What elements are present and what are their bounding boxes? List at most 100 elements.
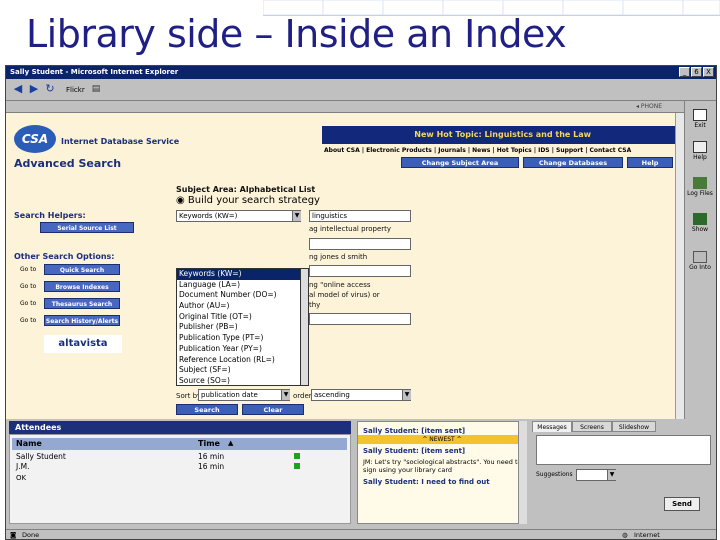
hint-text: al model of virus) or: [309, 291, 380, 299]
bullet-icon: ◉: [176, 195, 188, 206]
attendee-name[interactable]: Sally Student: [16, 452, 66, 461]
change-subject-button[interactable]: Change Subject Area: [401, 157, 519, 168]
dropdown-option[interactable]: Document Number (DO=): [177, 290, 300, 301]
goto-label: Go to: [20, 283, 37, 290]
right-sidebar: Exit Help Log Files Show Go Into: [684, 101, 716, 419]
zone-icon: ◍: [622, 531, 628, 539]
status-icon: [294, 463, 300, 469]
goto-label: Go to: [20, 300, 37, 307]
minimize-button[interactable]: _: [679, 67, 690, 77]
change-databases-button[interactable]: Change Databases: [523, 157, 623, 168]
status-icon: [294, 453, 300, 459]
sidebar-item-help[interactable]: Help: [685, 141, 715, 161]
tab-screens[interactable]: Screens: [572, 421, 612, 432]
sidebar-item-log-files[interactable]: Log Files: [685, 177, 715, 197]
dropdown-scrollbar[interactable]: [301, 268, 309, 386]
sidebar-item-show[interactable]: Show: [685, 213, 715, 233]
csa-logo: CSA: [14, 125, 56, 153]
hot-topic-banner[interactable]: New Hot Topic: Linguistics and the Law: [322, 126, 675, 144]
toolbar-label[interactable]: Flickr: [66, 86, 85, 94]
sidebar-item-exit[interactable]: Exit: [685, 109, 715, 129]
attendees-column-header: Name Time ▲: [12, 438, 347, 450]
search-term-input-3[interactable]: [309, 265, 411, 277]
order-label: order: [293, 392, 312, 400]
serial-source-button[interactable]: Serial Source List: [40, 222, 134, 233]
message-area: Messages Screens Slideshow Suggestions ▼…: [530, 421, 716, 524]
chat-sender: Sally Student: [item sent]: [363, 427, 466, 435]
dropdown-option[interactable]: Subject (SF=): [177, 365, 300, 376]
dropdown-option[interactable]: Author (AU=): [177, 301, 300, 312]
thesaurus-search-button[interactable]: Thesaurus Search: [44, 298, 120, 309]
tab-slideshow[interactable]: Slideshow: [612, 421, 656, 432]
field-dropdown-list[interactable]: Keywords (KW=) Language (LA=) Document N…: [176, 268, 301, 386]
search-history-button[interactable]: Search History/Alerts: [44, 315, 120, 326]
attendee-name[interactable]: J.M.: [16, 462, 29, 471]
time-column[interactable]: Time: [198, 439, 220, 448]
refresh-icon[interactable]: ↻: [44, 83, 56, 95]
browser-toolbar: ◀ ▶ ↻ Flickr ▤: [6, 79, 716, 101]
search-button[interactable]: Search: [176, 404, 238, 415]
chevron-down-icon[interactable]: ▼: [281, 390, 290, 400]
field-select[interactable]: Keywords (KW=): [176, 210, 301, 222]
chevron-down-icon[interactable]: ▼: [402, 390, 411, 400]
dropdown-option[interactable]: Source (SO=): [177, 376, 300, 385]
dropdown-option[interactable]: Language (LA=): [177, 280, 300, 291]
sort-select[interactable]: publication date: [198, 389, 290, 401]
browse-indexes-button[interactable]: Browse Indexes: [44, 281, 120, 292]
attendees-footer: OK: [16, 474, 27, 482]
chevron-down-icon[interactable]: ▼: [292, 211, 301, 221]
top-nav-links[interactable]: About CSA | Electronic Products | Journa…: [324, 147, 631, 154]
address-bar: ◂ PHONE: [6, 101, 684, 113]
browser-window: Sally Student - Microsoft Internet Explo…: [5, 65, 717, 540]
subject-area-label: Subject Area: Alphabetical List: [176, 185, 316, 194]
close-button[interactable]: X: [703, 67, 714, 77]
back-icon[interactable]: ◀: [12, 83, 24, 95]
attendee-time: 16 min: [198, 452, 225, 461]
chat-sender: Sally Student: [item sent]: [363, 447, 466, 455]
name-column[interactable]: Name: [16, 439, 42, 448]
tab-messages[interactable]: Messages: [532, 421, 572, 432]
dropdown-option[interactable]: Publication Type (PT=): [177, 333, 300, 344]
clear-button[interactable]: Clear: [242, 404, 304, 415]
window-title: Sally Student - Microsoft Internet Explo…: [10, 68, 179, 76]
message-input[interactable]: [536, 435, 711, 465]
search-helpers-label: Search Helpers:: [14, 211, 86, 220]
quick-search-button[interactable]: Quick Search: [44, 264, 120, 275]
status-text: Done: [22, 531, 40, 539]
chat-scrollbar[interactable]: [518, 421, 527, 524]
order-select[interactable]: ascending: [311, 389, 411, 401]
page-title: Advanced Search: [14, 157, 122, 170]
dropdown-option[interactable]: Publisher (PB=): [177, 322, 300, 333]
dropdown-option[interactable]: Reference Location (RL=): [177, 355, 300, 366]
altavista-logo[interactable]: altavista: [44, 335, 122, 353]
dropdown-option[interactable]: Publication Year (PY=): [177, 344, 300, 355]
forward-icon[interactable]: ▶: [28, 83, 40, 95]
zone-text: Internet: [634, 531, 660, 539]
address-status: ◂ PHONE: [636, 103, 663, 110]
search-term-input-2[interactable]: [309, 238, 411, 250]
dropdown-option[interactable]: Keywords (KW=): [177, 269, 300, 280]
other-options-label: Other Search Options:: [14, 252, 115, 261]
status-bar: ◙ Done ◍ Internet: [6, 529, 716, 539]
window-titlebar: Sally Student - Microsoft Internet Explo…: [6, 66, 716, 79]
search-term-input-4[interactable]: [309, 313, 411, 325]
build-strategy-heading: ◉ Build your search strategy: [176, 195, 320, 206]
sort-arrow-icon[interactable]: ▲: [228, 439, 233, 447]
go-into-icon: [693, 251, 707, 263]
chevron-down-icon[interactable]: ▼: [607, 470, 616, 480]
service-title: Internet Database Service: [61, 137, 180, 146]
web-content: CSA Internet Database Service New Hot To…: [6, 113, 675, 419]
send-button[interactable]: Send: [664, 497, 700, 511]
show-icon: [693, 213, 707, 225]
help-button[interactable]: Help: [627, 157, 673, 168]
newest-marker: ^ NEWEST ^: [358, 435, 526, 444]
page-scrollbar[interactable]: [675, 113, 684, 419]
exit-icon: [693, 109, 707, 121]
collaboration-panel: Attendees Name Time ▲ Sally Student 16 m…: [6, 419, 716, 529]
page-icon[interactable]: ▤: [90, 83, 102, 95]
log-files-icon: [693, 177, 707, 189]
sidebar-item-go-into[interactable]: Go Into: [685, 251, 715, 271]
dropdown-option[interactable]: Original Title (OT=): [177, 312, 300, 323]
maximize-button[interactable]: 6: [691, 67, 702, 77]
search-term-input-1[interactable]: linguistics: [309, 210, 411, 222]
